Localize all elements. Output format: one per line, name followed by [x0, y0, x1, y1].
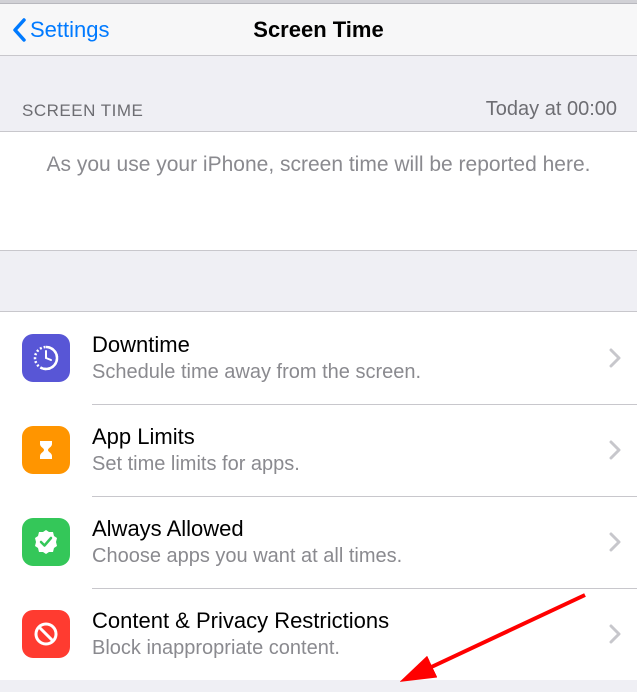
- chevron-right-icon: [609, 532, 621, 552]
- chevron-right-icon: [609, 440, 621, 460]
- row-subtitle: Choose apps you want at all times.: [92, 545, 599, 568]
- row-always-allowed[interactable]: Always Allowed Choose apps you want at a…: [0, 496, 637, 588]
- row-title: App Limits: [92, 424, 599, 450]
- check-badge-icon: [22, 518, 70, 566]
- row-subtitle: Schedule time away from the screen.: [92, 361, 599, 384]
- clock-icon: [22, 334, 70, 382]
- settings-list: Downtime Schedule time away from the scr…: [0, 311, 637, 680]
- row-text: Content & Privacy Restrictions Block ina…: [92, 608, 599, 660]
- row-content-privacy[interactable]: Content & Privacy Restrictions Block ina…: [0, 588, 637, 680]
- row-text: Always Allowed Choose apps you want at a…: [92, 516, 599, 568]
- no-entry-icon: [22, 610, 70, 658]
- chevron-right-icon: [609, 624, 621, 644]
- info-text: As you use your iPhone, screen time will…: [47, 150, 591, 179]
- screen-time-info-panel: As you use your iPhone, screen time will…: [0, 131, 637, 251]
- row-title: Content & Privacy Restrictions: [92, 608, 599, 634]
- navigation-bar: Settings Screen Time: [0, 4, 637, 56]
- section-header: Screen Time Today at 00:00: [0, 56, 637, 131]
- row-subtitle: Block inappropriate content.: [92, 637, 599, 660]
- back-button[interactable]: Settings: [0, 17, 110, 43]
- row-downtime[interactable]: Downtime Schedule time away from the scr…: [0, 312, 637, 404]
- row-text: Downtime Schedule time away from the scr…: [92, 332, 599, 384]
- row-subtitle: Set time limits for apps.: [92, 453, 599, 476]
- section-header-timestamp: Today at 00:00: [486, 98, 617, 121]
- page-title: Screen Time: [253, 17, 383, 43]
- back-label: Settings: [30, 17, 110, 43]
- chevron-right-icon: [609, 348, 621, 368]
- row-text: App Limits Set time limits for apps.: [92, 424, 599, 476]
- row-app-limits[interactable]: App Limits Set time limits for apps.: [0, 404, 637, 496]
- section-header-label: Screen Time: [22, 101, 143, 121]
- row-title: Always Allowed: [92, 516, 599, 542]
- row-title: Downtime: [92, 332, 599, 358]
- chevron-left-icon: [12, 18, 26, 42]
- section-gap: [0, 251, 637, 311]
- hourglass-icon: [22, 426, 70, 474]
